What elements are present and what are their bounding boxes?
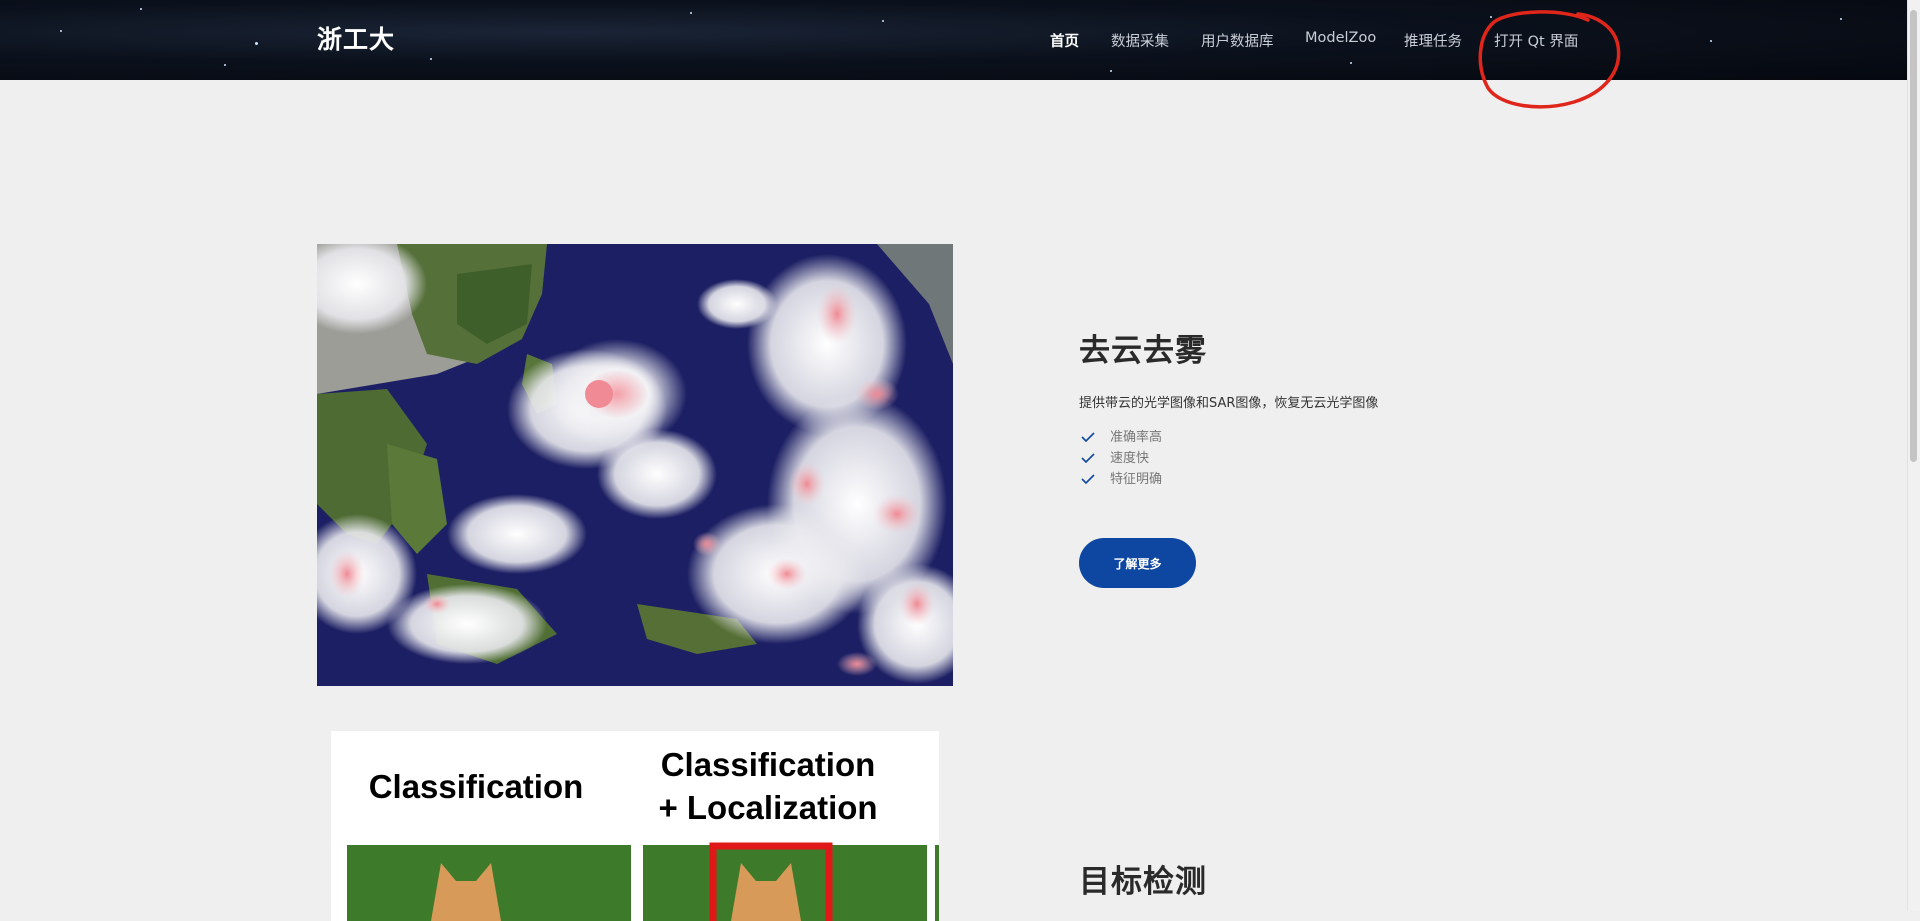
object-detection-image: Classification Classification + Localiza… <box>331 731 939 921</box>
list-item: 准确率高 <box>1079 427 1162 448</box>
feature-point-label: 准确率高 <box>1110 430 1163 445</box>
main-nav: 首页 数据采集 用户数据库 ModelZoo 推理任务 打开 Qt 界面 <box>0 30 1908 52</box>
list-item: 速度快 <box>1079 448 1162 469</box>
nav-item-open-qt[interactable]: 打开 Qt 界面 <box>1494 30 1578 51</box>
cat-illustration <box>347 842 939 921</box>
star-decoration <box>224 64 226 66</box>
nav-item-data-collection[interactable]: 数据采集 <box>1111 30 1169 51</box>
star-decoration <box>430 58 432 60</box>
feature-description: 提供带云的光学图像和SAR图像，恢复无云光学图像 <box>1079 396 1379 411</box>
learn-more-button[interactable]: 了解更多 <box>1079 538 1196 588</box>
nav-item-modelzoo[interactable]: ModelZoo <box>1305 30 1376 46</box>
feature-title-cloud-removal: 去云去雾 <box>1079 333 1207 369</box>
check-icon <box>1081 432 1095 442</box>
list-item: 特征明确 <box>1079 469 1162 490</box>
star-decoration <box>1350 62 1352 64</box>
star-decoration <box>690 12 692 14</box>
check-icon <box>1081 474 1095 484</box>
feature-point-label: 特征明确 <box>1110 472 1163 487</box>
check-icon <box>1081 453 1095 463</box>
feature-points-list: 准确率高 速度快 特征明确 <box>1079 427 1162 490</box>
star-decoration <box>1490 16 1492 18</box>
nav-item-home[interactable]: 首页 <box>1050 30 1079 51</box>
star-decoration <box>882 20 884 22</box>
star-decoration <box>140 8 142 10</box>
scrollbar[interactable] <box>1907 0 1920 911</box>
nav-item-inference-tasks[interactable]: 推理任务 <box>1404 30 1462 51</box>
cloud-removal-image <box>317 244 953 686</box>
scrollbar-thumb[interactable] <box>1910 10 1917 462</box>
star-decoration <box>1840 18 1842 20</box>
feature-title-object-detection: 目标检测 <box>1079 864 1207 900</box>
header-bar: 浙工大 首页 数据采集 用户数据库 ModelZoo 推理任务 打开 Qt 界面 <box>0 0 1908 80</box>
nav-item-user-database[interactable]: 用户数据库 <box>1201 30 1274 51</box>
feature-point-label: 速度快 <box>1110 451 1150 466</box>
star-decoration <box>1110 70 1112 72</box>
